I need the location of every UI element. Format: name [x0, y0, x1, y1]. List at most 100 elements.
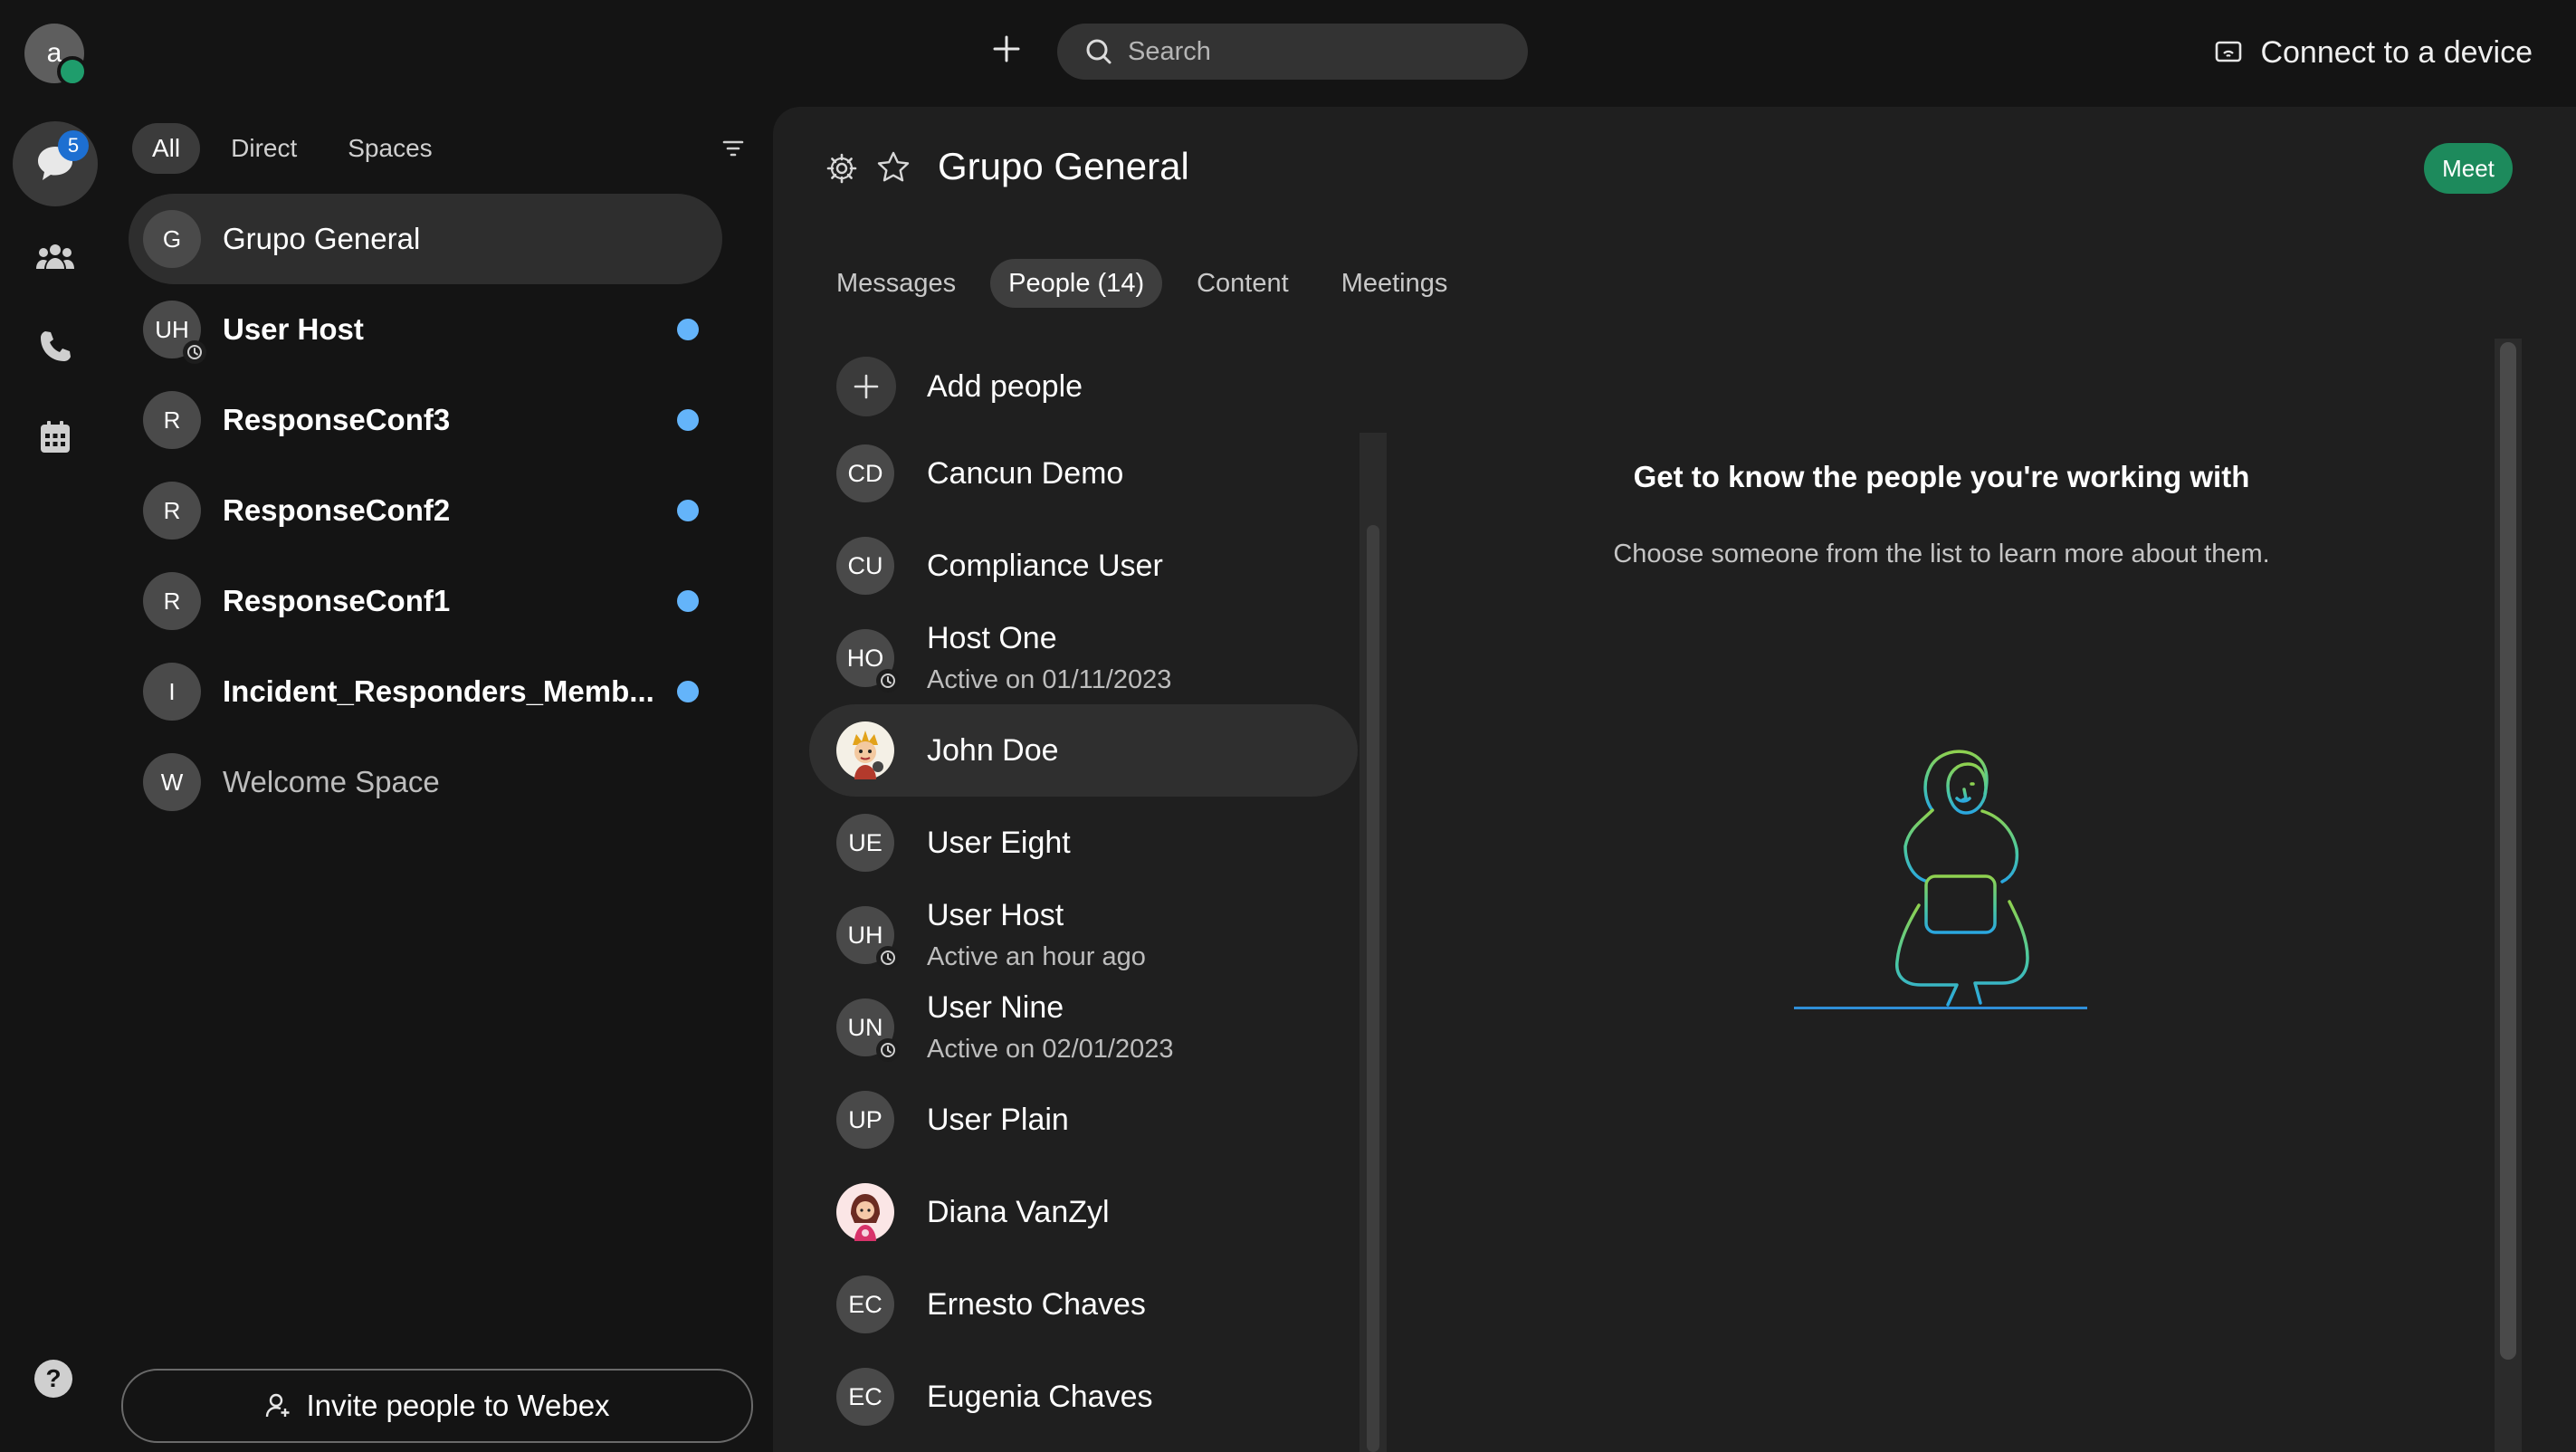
person-avatar: CD — [836, 444, 894, 502]
filter-direct[interactable]: Direct — [211, 123, 317, 174]
space-name: Welcome Space — [223, 765, 440, 798]
space-avatar: R — [143, 572, 201, 630]
person-row[interactable]: UH User Host Active an hour ago — [809, 889, 1358, 981]
person-name: User Eight — [927, 825, 1071, 860]
space-avatar: R — [143, 482, 201, 540]
person-avatar: EC — [836, 1275, 894, 1333]
plus-icon — [854, 374, 879, 399]
person-row[interactable]: John Doe — [809, 704, 1358, 797]
person-text: Compliance User — [927, 549, 1163, 584]
clock-icon — [876, 669, 900, 693]
star-icon[interactable] — [876, 150, 911, 185]
space-row[interactable]: UH User Host — [129, 284, 722, 375]
person-status: Active on 01/11/2023 — [927, 665, 1172, 694]
tab-people[interactable]: People (14) — [990, 259, 1163, 308]
people-scrollbar[interactable] — [1367, 525, 1379, 1452]
new-button[interactable] — [987, 29, 1026, 69]
person-avatar — [836, 1183, 894, 1241]
person-text: User Plain — [927, 1103, 1069, 1138]
unread-dot — [677, 319, 699, 340]
unread-badge: 5 — [58, 130, 89, 161]
person-name: User Host — [927, 898, 1064, 932]
unread-dot — [677, 500, 699, 521]
empty-state-title: Get to know the people you're working wi… — [1633, 460, 2250, 493]
filter-all[interactable]: All — [132, 123, 201, 174]
unread-dot — [677, 590, 699, 612]
person-text: User Eight — [927, 826, 1071, 861]
person-row[interactable]: CU Compliance User — [809, 520, 1358, 612]
person-text: Host One Active on 01/11/2023 — [927, 621, 1171, 695]
space-row[interactable]: G Grupo General — [129, 194, 722, 284]
space-row[interactable]: W Welcome Space — [129, 737, 722, 827]
space-avatar: W — [143, 753, 201, 811]
rail-messaging[interactable]: 5 — [13, 121, 98, 206]
rail-teams[interactable] — [13, 214, 98, 299]
person-name: User Plain — [927, 1102, 1069, 1137]
unread-dot — [677, 681, 699, 702]
connect-device-label: Connect to a device — [2260, 34, 2533, 70]
rail-calling[interactable] — [13, 304, 98, 389]
person-text: Ernesto Chaves — [927, 1287, 1146, 1323]
person-avatar: UN — [836, 998, 900, 1062]
person-avatar: HO — [836, 629, 900, 693]
space-filter-tabs: All Direct Spaces — [132, 123, 453, 174]
space-name: ResponseConf3 — [223, 403, 451, 436]
person-row[interactable]: UP User Plain — [809, 1074, 1358, 1166]
invite-button[interactable]: Invite people to Webex — [121, 1369, 753, 1443]
person-name: Ernesto Chaves — [927, 1286, 1146, 1322]
rail-meetings[interactable] — [13, 395, 98, 480]
tab-meetings[interactable]: Meetings — [1323, 259, 1466, 308]
space-row[interactable]: R ResponseConf3 — [129, 375, 722, 465]
person-avatar: UH — [836, 906, 900, 970]
presence-indicator — [57, 56, 88, 87]
space-tabs: Messages People (14) Content Meetings — [818, 259, 1465, 308]
tab-messages[interactable]: Messages — [818, 259, 974, 308]
filter-spaces[interactable]: Spaces — [328, 123, 452, 174]
gear-icon[interactable] — [825, 152, 858, 185]
person-name: Diana VanZyl — [927, 1194, 1110, 1229]
person-row[interactable]: UE User Eight — [809, 797, 1358, 889]
person-text: User Nine Active on 02/01/2023 — [927, 990, 1173, 1065]
clock-icon — [876, 946, 900, 970]
space-row[interactable]: R ResponseConf1 — [129, 556, 722, 646]
search-input[interactable]: Search — [1057, 24, 1528, 80]
person-row[interactable]: EC Eugenia Chaves — [809, 1351, 1358, 1443]
help-icon[interactable]: ? — [34, 1360, 72, 1398]
space-name: User Host — [223, 312, 364, 346]
add-people-label: Add people — [927, 368, 1083, 404]
person-text: Cancun Demo — [927, 456, 1123, 492]
space-row[interactable]: R ResponseConf2 — [129, 465, 722, 556]
person-name: Cancun Demo — [927, 455, 1124, 491]
space-avatar: I — [143, 663, 201, 721]
person-row[interactable]: EC Ernesto Chaves — [809, 1258, 1358, 1351]
person-name: Compliance User — [927, 548, 1163, 583]
person-row[interactable]: UN User Nine Active on 02/01/2023 — [809, 981, 1358, 1074]
empty-state-subtitle: Choose someone from the list to learn mo… — [1613, 540, 2270, 568]
tab-content[interactable]: Content — [1178, 259, 1307, 308]
calendar-icon — [41, 421, 70, 453]
device-icon — [2216, 41, 2242, 62]
user-avatar[interactable]: a — [24, 24, 88, 87]
person-avatar: UP — [836, 1091, 894, 1149]
person-row[interactable]: Diana VanZyl — [809, 1166, 1358, 1258]
unread-dot — [677, 409, 699, 431]
clock-icon — [876, 1038, 900, 1062]
meet-button[interactable]: Meet — [2424, 143, 2513, 194]
person-text: John Doe — [927, 733, 1059, 769]
person-status: Active on 02/01/2023 — [927, 1035, 1174, 1064]
person-row[interactable]: CD Cancun Demo — [809, 427, 1358, 520]
add-people-button[interactable]: Add people — [836, 357, 1083, 416]
people-group-icon — [36, 244, 74, 269]
person-text: Eugenia Chaves — [927, 1380, 1153, 1415]
space-name: ResponseConf1 — [223, 584, 451, 617]
add-person-icon — [266, 1393, 290, 1418]
filter-icon[interactable] — [720, 136, 746, 161]
phone-icon — [41, 331, 71, 361]
add-circle — [836, 357, 896, 416]
person-row[interactable]: HO Host One Active on 01/11/2023 — [809, 612, 1358, 704]
space-avatar: UH — [143, 301, 206, 364]
space-row[interactable]: I Incident_Responders_Memb... — [129, 646, 722, 737]
person-name: Eugenia Chaves — [927, 1379, 1153, 1414]
main-scrollbar[interactable] — [2500, 342, 2516, 1360]
connect-device-button[interactable]: Connect to a device — [2215, 33, 2533, 72]
